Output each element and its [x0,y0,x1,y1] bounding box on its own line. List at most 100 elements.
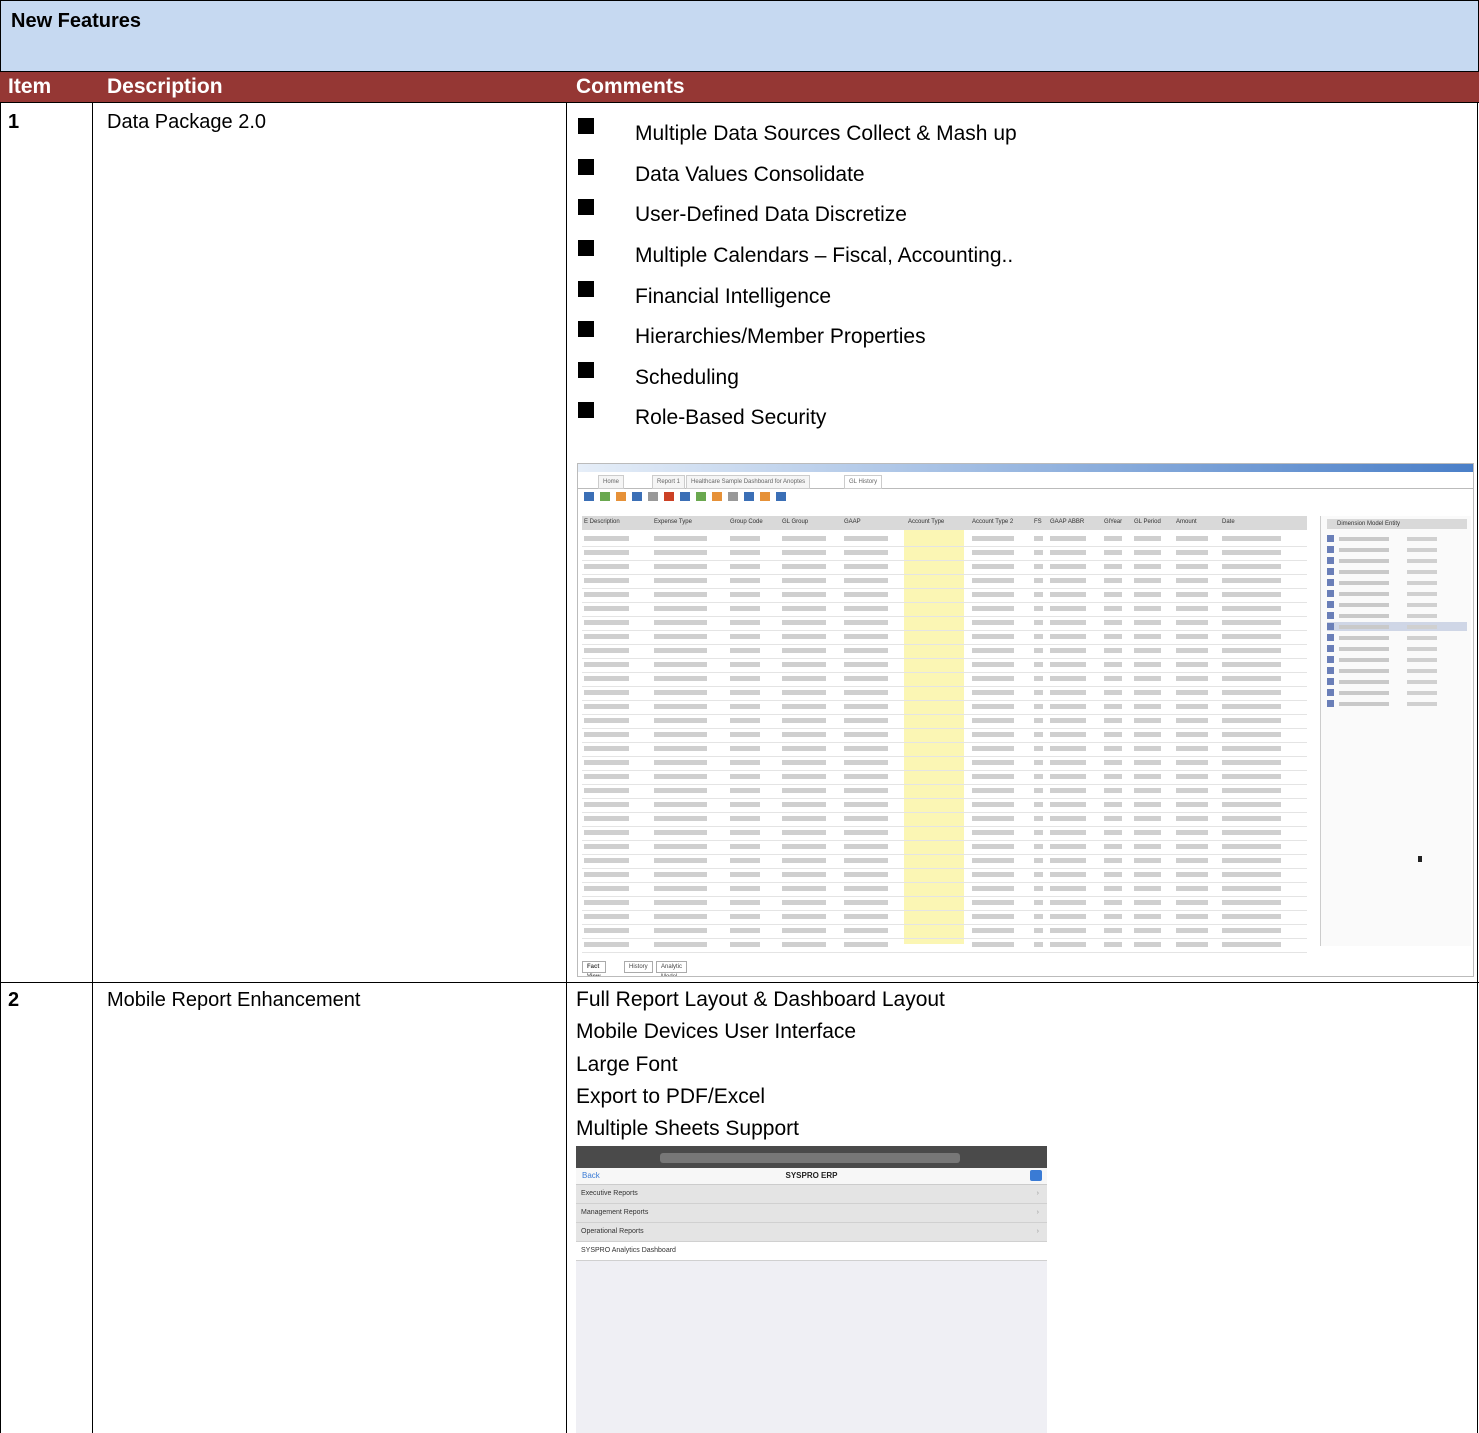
side-item-type [1407,636,1437,640]
side-item-label [1339,658,1389,662]
grid-cell [730,858,760,863]
grid-cell [1222,802,1281,807]
grid-cell [1222,774,1281,779]
dimension-icon [1327,590,1334,597]
grid-column-header: GAAP [844,519,861,525]
grid-cell [782,886,826,891]
grid-cell [844,844,888,849]
grid-cell [1222,914,1281,919]
grid-cell [1034,802,1043,807]
grid-cell [844,662,888,667]
grid-cell [782,746,826,751]
side-item-type [1407,691,1437,695]
grid-cell [730,816,760,821]
grid-cell [1134,690,1161,695]
grid-cell [782,606,826,611]
grid-cell [1134,564,1161,569]
comment-line: Mobile Devices User Interface [576,1020,857,1043]
grid-cell [584,928,629,933]
grid-cell [1176,592,1208,597]
bottom-tab: History [624,961,653,973]
bottom-tab: Analytic Model [656,961,688,976]
grid-cell [1176,942,1208,947]
grid-cell [1104,578,1122,583]
grid-cell [844,928,888,933]
grid-cell [1050,774,1086,779]
grid-cell [1050,816,1086,821]
toolbar-icon [616,492,626,501]
grid-cell [1050,830,1086,835]
grid-line [0,102,1,1433]
grid-cell [654,634,707,639]
grid-header: E Description Expense Type Group Code GL… [582,516,1307,530]
grid-cell [782,802,826,807]
grid-cell [782,550,826,555]
grid-cell [1104,732,1122,737]
grid-cell [844,690,888,695]
grid-cell [1176,802,1208,807]
grid-cell [1050,536,1086,541]
grid-cell [1134,788,1161,793]
side-item-label [1339,614,1389,618]
bullet-square-icon [578,199,594,215]
grid-line [0,102,1479,103]
grid-cell [844,788,888,793]
grid-cell [730,676,760,681]
grid-cell [1134,704,1161,709]
grid-cell [730,606,760,611]
grid-cell [844,634,888,639]
grid-cell [1050,606,1086,611]
grid-cell [584,648,629,653]
mouse-cursor-icon [1418,856,1422,862]
side-item-label [1339,669,1389,673]
grid-cell [654,690,707,695]
grid-cell [1034,718,1043,723]
title-band: New Features [0,0,1479,72]
grid-cell [730,550,760,555]
grid-column-header: Account Type [908,519,945,525]
grid-cell [782,872,826,877]
grid-cell [1222,648,1281,653]
grid-row [582,742,1307,757]
grid-cell [972,900,1014,905]
grid-cell [584,774,629,779]
grid-row [582,798,1307,813]
dimension-icon [1327,689,1334,696]
grid-cell [1034,536,1043,541]
chevron-right-icon: › [1036,1228,1039,1235]
data-package-screenshot: Home Report 1 Healthcare Sample Dashboar… [577,463,1474,977]
grid-cell [782,858,826,863]
grid-row [582,882,1307,897]
grid-cell [1050,732,1086,737]
grid-cell [1104,802,1122,807]
side-item-label [1339,647,1389,651]
grid-cell [1104,914,1122,919]
grid-cell [584,746,629,751]
bullet-square-icon [578,159,594,175]
screenshot-tab: Healthcare Sample Dashboard for Anoptes [686,475,811,489]
grid-cell [844,676,888,681]
bullet-square-icon [578,118,594,134]
grid-cell [972,592,1014,597]
grid-cell [844,718,888,723]
dimension-icon [1327,557,1334,564]
grid-cell [730,928,760,933]
dimension-icon [1327,623,1334,630]
grid-line [92,102,93,1433]
mobile-nav-bar: Back SYSPRO ERP [576,1168,1047,1185]
side-panel-item [1327,644,1467,653]
side-item-type [1407,581,1437,585]
side-panel-item [1327,699,1467,708]
dimension-icon [1327,546,1334,553]
grid-line [1477,102,1478,1433]
grid-cell [1176,550,1208,555]
grid-cell [1050,914,1086,919]
dimension-icon [1327,535,1334,542]
grid-cell [1104,816,1122,821]
grid-cell [782,718,826,723]
side-panel-item [1327,633,1467,642]
grid-cell [1050,872,1086,877]
grid-cell [844,648,888,653]
grid-cell [584,592,629,597]
grid-row [582,868,1307,883]
